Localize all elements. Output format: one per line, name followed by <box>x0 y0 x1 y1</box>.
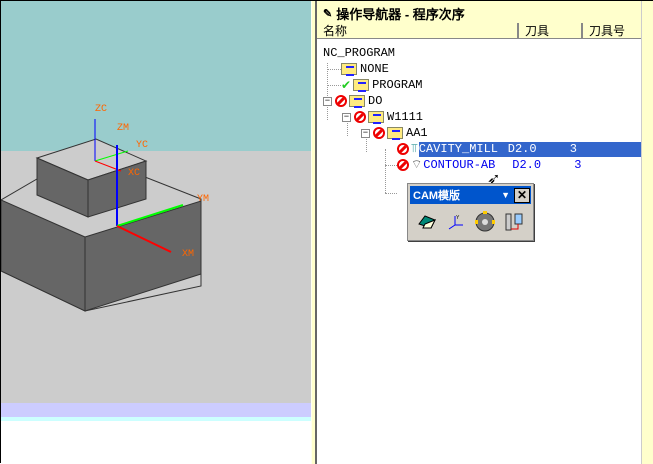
program-folder-icon <box>353 79 370 92</box>
tree-node-program[interactable]: ✔ PROGRAM <box>341 77 422 93</box>
tool-holder-icon[interactable] <box>502 210 526 234</box>
graphics-viewport[interactable]: ZC ZM YC XC YM XM <box>1 1 311 463</box>
coordinate-system-icon[interactable]: Y <box>444 210 468 234</box>
check-icon: ✔ <box>341 78 352 92</box>
tree-node-w1111[interactable]: − W1111 <box>342 109 423 125</box>
operation-tool-number: 3 <box>569 142 577 156</box>
tree-node-do[interactable]: − DO <box>323 93 382 109</box>
selected-row: CAVITY_MILL D2.0 3 <box>418 141 641 157</box>
collapse-icon[interactable]: − <box>342 112 351 122</box>
zc-label: ZC <box>95 104 107 115</box>
contour-operation-icon: ⌔ <box>411 158 423 172</box>
node-label: W1111 <box>387 110 424 124</box>
node-label: DO <box>368 94 383 108</box>
part-model[interactable]: ZC ZM YC XC YM XM <box>1 1 311 421</box>
pin-icon[interactable]: ✎ <box>323 7 332 20</box>
program-folder-icon <box>341 63 357 76</box>
operation-tool: D2.0 <box>507 142 537 156</box>
mill-tool-icon[interactable] <box>473 210 497 234</box>
operation-name: CAVITY_MILL <box>418 142 498 156</box>
operation-tool: D2.0 <box>512 158 542 172</box>
cam-template-toolbar: CAM模版 ▼ ✕ Y <box>407 183 534 241</box>
cam-toolbar-title: CAM模版 <box>413 190 461 202</box>
blocked-status-icon <box>354 111 366 123</box>
ym-label: YM <box>197 194 209 205</box>
tree-node-contour-ab[interactable]: ⌔ CONTOUR-AB D2.0 3 <box>397 157 641 173</box>
program-folder-icon <box>368 111 384 124</box>
collapse-icon[interactable]: − <box>323 96 332 106</box>
column-name[interactable]: 名称 <box>317 23 519 38</box>
close-button[interactable]: ✕ <box>514 187 530 203</box>
operation-tool-number: 3 <box>574 158 582 172</box>
tree-node-nc-program[interactable]: NC_PROGRAM <box>323 45 523 61</box>
program-folder-icon <box>349 95 365 108</box>
blocked-status-icon <box>373 127 385 139</box>
tree-node-cavity-mill[interactable]: ⫪ CAVITY_MILL D2.0 3 <box>397 141 641 157</box>
column-tool-number[interactable]: 刀具号 <box>583 23 641 38</box>
blocked-status-icon <box>397 143 409 155</box>
tree-node-none[interactable]: NONE <box>341 61 389 77</box>
side-panel-edge <box>641 1 653 464</box>
svg-text:Y: Y <box>456 215 460 221</box>
navigator-title-bar: ✎ 操作导航器 - 程序次序 <box>317 1 641 23</box>
cavity-mill-operation-icon: ⫪ <box>411 142 418 156</box>
geometry-icon[interactable] <box>415 210 439 234</box>
column-tool[interactable]: 刀具 <box>519 23 583 38</box>
node-label: PROGRAM <box>372 78 423 92</box>
xm-label: XM <box>182 249 194 260</box>
chevron-down-icon[interactable]: ▼ <box>501 190 510 200</box>
tree-node-aa1[interactable]: − AA1 <box>361 125 428 141</box>
node-label: NC_PROGRAM <box>323 46 396 60</box>
yc-label: YC <box>136 140 148 151</box>
cam-toolbar-title-bar[interactable]: CAM模版 ▼ ✕ <box>410 186 531 204</box>
navigator-title: 操作导航器 - 程序次序 <box>336 6 465 22</box>
node-label: AA1 <box>406 126 428 140</box>
blocked-status-icon <box>335 95 347 107</box>
column-header: 名称 刀具 刀具号 <box>317 23 641 39</box>
collapse-icon[interactable]: − <box>361 128 370 138</box>
blocked-status-icon <box>397 159 409 171</box>
node-label: NONE <box>360 62 389 76</box>
zm-label: ZM <box>117 123 129 134</box>
program-folder-icon <box>387 127 403 140</box>
xc-label: XC <box>128 168 140 179</box>
